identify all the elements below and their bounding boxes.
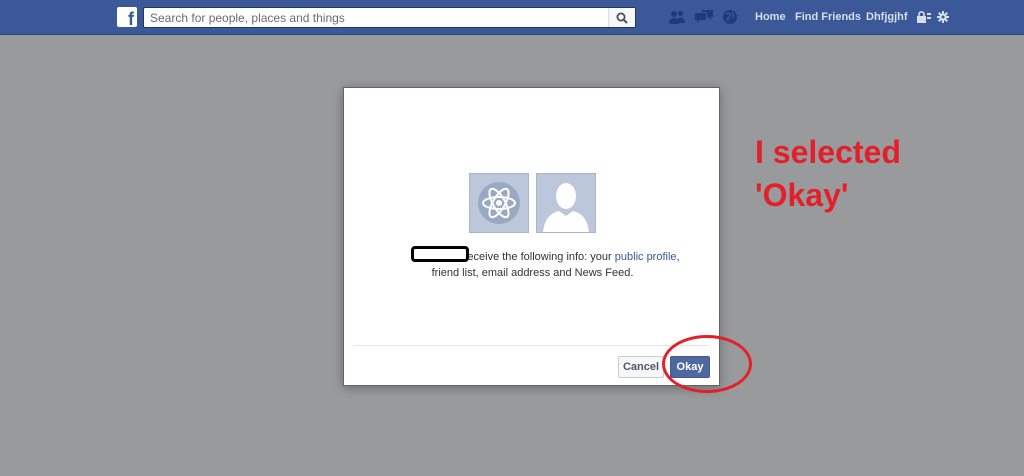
- profile-link[interactable]: Dhfjgjhf: [866, 11, 908, 23]
- search-input[interactable]: [144, 8, 616, 27]
- annotation-circle: [662, 335, 752, 393]
- privacy-icon[interactable]: [917, 11, 931, 23]
- user-avatar-icon: [536, 173, 596, 233]
- cancel-button[interactable]: Cancel: [618, 356, 664, 378]
- redacted-app-name: [411, 246, 469, 262]
- annotation-text: I selected 'Okay': [755, 131, 955, 217]
- atom-icon: [478, 182, 520, 224]
- search-button[interactable]: [608, 8, 635, 27]
- public-profile-link[interactable]: public profile: [615, 251, 677, 263]
- permission-dialog: will receive the following info: your pu…: [343, 87, 720, 386]
- annotation-line-1: I selected: [755, 134, 901, 170]
- friend-requests-icon[interactable]: [668, 9, 686, 25]
- find-friends-link[interactable]: Find Friends: [795, 11, 861, 23]
- top-navigation-bar: f Home Find Friends Dhfjgjhf: [0, 0, 1024, 35]
- annotation-line-2: 'Okay': [755, 177, 849, 213]
- dialog-divider: [354, 345, 709, 346]
- search-box: [143, 7, 636, 28]
- messages-icon[interactable]: [694, 9, 714, 25]
- message-text: will receive the following info: your: [445, 251, 612, 263]
- notifications-icon[interactable]: [722, 9, 738, 25]
- settings-icon[interactable]: [937, 11, 949, 23]
- app-icon: [469, 173, 529, 233]
- home-link[interactable]: Home: [755, 11, 786, 23]
- search-icon: [616, 12, 628, 24]
- facebook-logo[interactable]: f: [117, 7, 137, 27]
